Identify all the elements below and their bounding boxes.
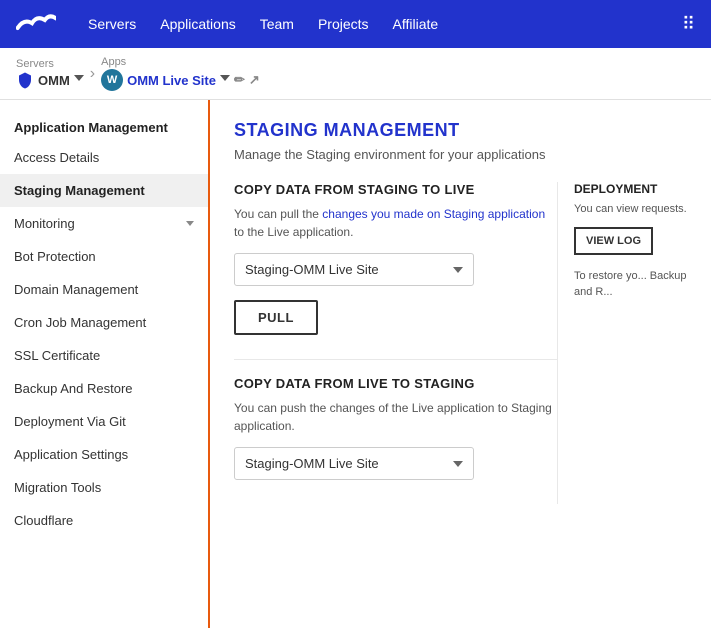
sidebar-label-cloudflare: Cloudflare	[14, 513, 73, 528]
page-subtitle: Manage the Staging environment for your …	[234, 147, 687, 162]
servers-breadcrumb-section: Servers OMM	[16, 58, 84, 89]
main-content: STAGING MANAGEMENT Manage the Staging en…	[210, 100, 711, 628]
deployment-panel: DEPLOYMENT You can view requests. VIEW L…	[557, 182, 687, 504]
logo	[16, 10, 56, 38]
breadcrumb-arrow: ›	[90, 65, 95, 83]
restore-note: To restore yo... Backup and R...	[574, 269, 687, 300]
sidebar-label-bot-protection: Bot Protection	[14, 249, 96, 264]
sidebar-item-access-details[interactable]: Access Details	[0, 141, 208, 174]
sidebar-label-cron-job-management: Cron Job Management	[14, 315, 146, 330]
sidebar-item-monitoring[interactable]: Monitoring	[0, 207, 208, 240]
edit-icon[interactable]: ✏	[234, 72, 245, 88]
sidebar-item-staging-management[interactable]: Staging Management	[0, 174, 208, 207]
sidebar-item-domain-management[interactable]: Domain Management	[0, 273, 208, 306]
copy-staging-to-live-heading: COPY DATA FROM STAGING TO LIVE	[234, 182, 557, 197]
servers-breadcrumb-value[interactable]: OMM	[16, 71, 84, 89]
sidebar-label-access-details: Access Details	[14, 150, 99, 165]
nav-servers[interactable]: Servers	[88, 16, 136, 32]
nav-affiliate[interactable]: Affiliate	[393, 16, 439, 32]
view-log-button[interactable]: VIEW LOG	[574, 227, 653, 255]
chevron-down-icon	[186, 221, 194, 226]
staging-to-live-section: COPY DATA FROM STAGING TO LIVE You can p…	[234, 182, 687, 504]
wordpress-icon: W	[101, 69, 123, 91]
sidebar: Application Management Access Details St…	[0, 100, 210, 628]
sidebar-label-domain-management: Domain Management	[14, 282, 138, 297]
apps-breadcrumb-value[interactable]: W OMM Live Site ✏ ↗	[101, 69, 260, 91]
server-name: OMM	[38, 73, 70, 88]
sidebar-item-bot-protection[interactable]: Bot Protection	[0, 240, 208, 273]
apps-breadcrumb-section: Apps W OMM Live Site ✏ ↗	[101, 56, 260, 91]
sidebar-label-application-settings: Application Settings	[14, 447, 128, 462]
app-name[interactable]: OMM Live Site	[127, 73, 216, 88]
deployment-heading: DEPLOYMENT	[574, 182, 687, 196]
deployment-desc: You can view requests.	[574, 202, 687, 217]
external-link-icon[interactable]: ↗	[249, 72, 260, 88]
staging-dropdown-row: Staging-OMM Live Site	[234, 253, 557, 286]
sidebar-item-ssl-certificate[interactable]: SSL Certificate	[0, 339, 208, 372]
sidebar-item-application-settings[interactable]: Application Settings	[0, 438, 208, 471]
sidebar-label-staging-management: Staging Management	[14, 183, 145, 198]
sidebar-label-migration-tools: Migration Tools	[14, 480, 101, 495]
copy-live-to-staging-desc: You can push the changes of the Live app…	[234, 399, 557, 435]
sidebar-item-cloudflare[interactable]: Cloudflare	[0, 504, 208, 537]
servers-breadcrumb-label: Servers	[16, 58, 84, 70]
page-title: STAGING MANAGEMENT	[234, 120, 687, 141]
copy-staging-to-live-box: COPY DATA FROM STAGING TO LIVE You can p…	[234, 182, 557, 335]
sidebar-label-monitoring: Monitoring	[14, 216, 75, 231]
desc-text-2: Live application.	[267, 225, 353, 239]
live-dropdown-row: Staging-OMM Live Site	[234, 447, 557, 480]
sidebar-item-backup-and-restore[interactable]: Backup And Restore	[0, 372, 208, 405]
pull-button[interactable]: PULL	[234, 300, 318, 335]
sidebar-item-deployment-via-git[interactable]: Deployment Via Git	[0, 405, 208, 438]
sidebar-item-cron-job-management[interactable]: Cron Job Management	[0, 306, 208, 339]
section-divider	[234, 359, 557, 360]
sidebar-section-title: Application Management	[0, 112, 208, 141]
copy-staging-to-live-desc: You can pull the changes you made on Sta…	[234, 205, 557, 241]
main-layout: Application Management Access Details St…	[0, 100, 711, 628]
staging-to-live-select[interactable]: Staging-OMM Live Site	[234, 253, 474, 286]
copy-live-to-staging-heading: COPY DATA FROM LIVE TO STAGING	[234, 376, 557, 391]
nav-applications[interactable]: Applications	[160, 16, 236, 32]
apps-breadcrumb-label: Apps	[101, 56, 260, 68]
staging-to-live-main: COPY DATA FROM STAGING TO LIVE You can p…	[234, 182, 557, 504]
nav-projects[interactable]: Projects	[318, 16, 369, 32]
sidebar-label-backup-and-restore: Backup And Restore	[14, 381, 133, 396]
top-nav: Servers Applications Team Projects Affil…	[0, 0, 711, 48]
server-icon	[16, 71, 34, 89]
sidebar-item-migration-tools[interactable]: Migration Tools	[0, 471, 208, 504]
server-dropdown[interactable]	[74, 75, 84, 85]
nav-team[interactable]: Team	[260, 16, 294, 32]
sidebar-label-ssl-certificate: SSL Certificate	[14, 348, 100, 363]
live-to-staging-select[interactable]: Staging-OMM Live Site	[234, 447, 474, 480]
breadcrumb: Servers OMM › Apps W OMM Live Site ✏ ↗	[0, 48, 711, 100]
sidebar-label-deployment-via-git: Deployment Via Git	[14, 414, 126, 429]
copy-live-to-staging-box: COPY DATA FROM LIVE TO STAGING You can p…	[234, 376, 557, 480]
app-dropdown[interactable]	[220, 75, 230, 85]
grid-icon[interactable]: ⠿	[682, 14, 695, 35]
